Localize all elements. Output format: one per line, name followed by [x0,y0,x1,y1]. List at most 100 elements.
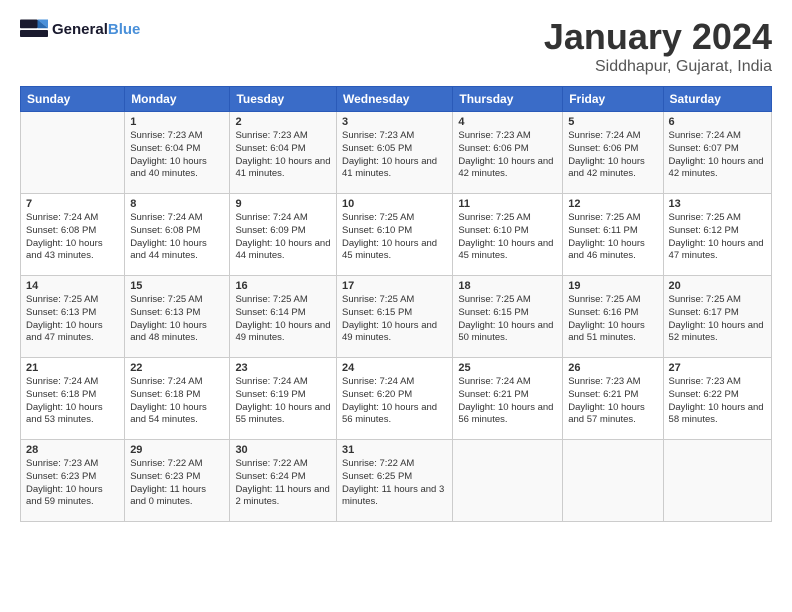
sunrise-time: Sunrise: 7:24 AM [568,130,640,141]
sunrise-time: Sunrise: 7:25 AM [342,212,414,223]
col-thursday: Thursday [453,87,563,112]
daylight-hours: Daylight: 10 hours and 44 minutes. [235,238,330,262]
table-row: 15 Sunrise: 7:25 AM Sunset: 6:13 PM Dayl… [125,276,230,358]
table-row: 5 Sunrise: 7:24 AM Sunset: 6:06 PM Dayli… [563,112,663,194]
day-number: 2 [235,116,331,128]
cell-info: Sunrise: 7:22 AM Sunset: 6:23 PM Dayligh… [130,458,224,509]
sunrise-time: Sunrise: 7:25 AM [235,294,307,305]
sunset-time: Sunset: 6:04 PM [130,143,200,154]
sunset-time: Sunset: 6:11 PM [568,225,638,236]
table-row: 6 Sunrise: 7:24 AM Sunset: 6:07 PM Dayli… [663,112,771,194]
cell-info: Sunrise: 7:24 AM Sunset: 6:20 PM Dayligh… [342,376,447,427]
sunset-time: Sunset: 6:08 PM [130,225,200,236]
day-number: 3 [342,116,447,128]
table-row [453,440,563,522]
daylight-hours: Daylight: 10 hours and 52 minutes. [669,320,764,344]
cell-info: Sunrise: 7:24 AM Sunset: 6:19 PM Dayligh… [235,376,331,427]
sunset-time: Sunset: 6:25 PM [342,471,412,482]
table-row: 28 Sunrise: 7:23 AM Sunset: 6:23 PM Dayl… [21,440,125,522]
daylight-hours: Daylight: 10 hours and 57 minutes. [568,402,645,426]
sunset-time: Sunset: 6:22 PM [669,389,739,400]
sunrise-time: Sunrise: 7:24 AM [235,212,307,223]
calendar-week-row: 21 Sunrise: 7:24 AM Sunset: 6:18 PM Dayl… [21,358,772,440]
cell-info: Sunrise: 7:24 AM Sunset: 6:08 PM Dayligh… [130,212,224,263]
day-number: 5 [568,116,657,128]
sunset-time: Sunset: 6:08 PM [26,225,96,236]
table-row: 27 Sunrise: 7:23 AM Sunset: 6:22 PM Dayl… [663,358,771,440]
sunset-time: Sunset: 6:16 PM [568,307,638,318]
sunrise-time: Sunrise: 7:25 AM [130,294,202,305]
day-number: 19 [568,280,657,292]
calendar-table: Sunday Monday Tuesday Wednesday Thursday… [20,86,772,522]
day-number: 10 [342,198,447,210]
daylight-hours: Daylight: 10 hours and 41 minutes. [342,156,437,180]
day-number: 8 [130,198,224,210]
day-number: 27 [669,362,766,374]
day-number: 22 [130,362,224,374]
table-row: 19 Sunrise: 7:25 AM Sunset: 6:16 PM Dayl… [563,276,663,358]
sunrise-time: Sunrise: 7:25 AM [568,212,640,223]
cell-info: Sunrise: 7:22 AM Sunset: 6:25 PM Dayligh… [342,458,447,509]
table-row: 31 Sunrise: 7:22 AM Sunset: 6:25 PM Dayl… [336,440,452,522]
table-row: 30 Sunrise: 7:22 AM Sunset: 6:24 PM Dayl… [230,440,337,522]
sunrise-time: Sunrise: 7:24 AM [26,212,98,223]
daylight-hours: Daylight: 10 hours and 44 minutes. [130,238,207,262]
title-block: January 2024 Siddhapur, Gujarat, India [544,16,772,76]
table-row: 3 Sunrise: 7:23 AM Sunset: 6:05 PM Dayli… [336,112,452,194]
day-number: 31 [342,444,447,456]
day-number: 25 [458,362,557,374]
cell-info: Sunrise: 7:23 AM Sunset: 6:22 PM Dayligh… [669,376,766,427]
sunset-time: Sunset: 6:04 PM [235,143,305,154]
daylight-hours: Daylight: 10 hours and 46 minutes. [568,238,645,262]
calendar-body: 1 Sunrise: 7:23 AM Sunset: 6:04 PM Dayli… [21,112,772,522]
table-row: 29 Sunrise: 7:22 AM Sunset: 6:23 PM Dayl… [125,440,230,522]
cell-info: Sunrise: 7:25 AM Sunset: 6:11 PM Dayligh… [568,212,657,263]
day-number: 29 [130,444,224,456]
cell-info: Sunrise: 7:22 AM Sunset: 6:24 PM Dayligh… [235,458,331,509]
daylight-hours: Daylight: 10 hours and 47 minutes. [669,238,764,262]
cell-info: Sunrise: 7:25 AM Sunset: 6:17 PM Dayligh… [669,294,766,345]
sunrise-time: Sunrise: 7:24 AM [26,376,98,387]
daylight-hours: Daylight: 10 hours and 43 minutes. [26,238,103,262]
table-row: 1 Sunrise: 7:23 AM Sunset: 6:04 PM Dayli… [125,112,230,194]
sunset-time: Sunset: 6:10 PM [458,225,528,236]
table-row: 20 Sunrise: 7:25 AM Sunset: 6:17 PM Dayl… [663,276,771,358]
daylight-hours: Daylight: 10 hours and 42 minutes. [458,156,553,180]
table-row: 16 Sunrise: 7:25 AM Sunset: 6:14 PM Dayl… [230,276,337,358]
day-number: 14 [26,280,119,292]
cell-info: Sunrise: 7:25 AM Sunset: 6:14 PM Dayligh… [235,294,331,345]
day-number: 15 [130,280,224,292]
sunset-time: Sunset: 6:21 PM [568,389,638,400]
table-row: 24 Sunrise: 7:24 AM Sunset: 6:20 PM Dayl… [336,358,452,440]
cell-info: Sunrise: 7:25 AM Sunset: 6:10 PM Dayligh… [342,212,447,263]
cell-info: Sunrise: 7:23 AM Sunset: 6:23 PM Dayligh… [26,458,119,509]
sunrise-time: Sunrise: 7:23 AM [235,130,307,141]
sunrise-time: Sunrise: 7:25 AM [458,212,530,223]
col-monday: Monday [125,87,230,112]
table-row: 11 Sunrise: 7:25 AM Sunset: 6:10 PM Dayl… [453,194,563,276]
logo: GeneralBlue [20,16,140,44]
day-number: 4 [458,116,557,128]
table-row: 10 Sunrise: 7:25 AM Sunset: 6:10 PM Dayl… [336,194,452,276]
cell-info: Sunrise: 7:23 AM Sunset: 6:04 PM Dayligh… [130,130,224,181]
sunrise-time: Sunrise: 7:22 AM [235,458,307,469]
month-title: January 2024 [544,16,772,58]
sunset-time: Sunset: 6:20 PM [342,389,412,400]
table-row: 13 Sunrise: 7:25 AM Sunset: 6:12 PM Dayl… [663,194,771,276]
day-number: 26 [568,362,657,374]
day-number: 1 [130,116,224,128]
day-number: 24 [342,362,447,374]
sunrise-time: Sunrise: 7:24 AM [669,130,741,141]
cell-info: Sunrise: 7:24 AM Sunset: 6:18 PM Dayligh… [130,376,224,427]
cell-info: Sunrise: 7:24 AM Sunset: 6:09 PM Dayligh… [235,212,331,263]
table-row: 12 Sunrise: 7:25 AM Sunset: 6:11 PM Dayl… [563,194,663,276]
day-number: 20 [669,280,766,292]
cell-info: Sunrise: 7:23 AM Sunset: 6:04 PM Dayligh… [235,130,331,181]
sunrise-time: Sunrise: 7:23 AM [130,130,202,141]
day-number: 11 [458,198,557,210]
daylight-hours: Daylight: 10 hours and 47 minutes. [26,320,103,344]
daylight-hours: Daylight: 11 hours and 2 minutes. [235,484,329,508]
col-friday: Friday [563,87,663,112]
cell-info: Sunrise: 7:25 AM Sunset: 6:16 PM Dayligh… [568,294,657,345]
sunset-time: Sunset: 6:09 PM [235,225,305,236]
